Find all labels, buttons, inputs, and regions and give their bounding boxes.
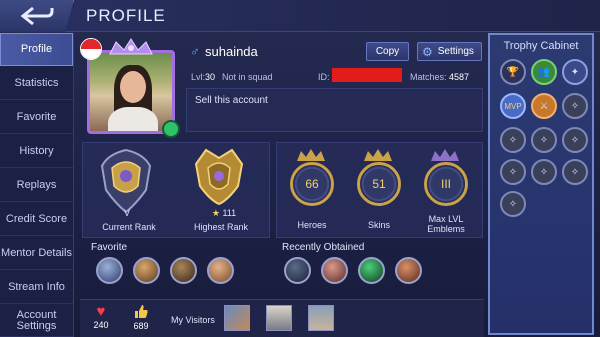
sidebar-item-statistics[interactable]: Statistics bbox=[0, 67, 73, 100]
favorite-hero-1[interactable] bbox=[96, 257, 123, 284]
emblem-crown-icon bbox=[431, 149, 459, 161]
current-rank-emblem-icon[interactable] bbox=[98, 146, 154, 216]
heroes-crown-icon bbox=[297, 149, 325, 161]
back-arrow-icon bbox=[20, 6, 53, 26]
sidebar-nav: Profile Statistics Favorite History Repl… bbox=[0, 33, 74, 337]
heroes-count[interactable]: 66 bbox=[290, 162, 334, 206]
avatar bbox=[87, 50, 175, 134]
current-rank-label: Current Rank bbox=[102, 222, 156, 232]
gray-medal-icon-5[interactable]: ✧ bbox=[500, 159, 526, 185]
username: suhainda bbox=[205, 44, 258, 59]
favorite-hero-4[interactable] bbox=[207, 257, 234, 284]
gray-medal-icon-3[interactable]: ✧ bbox=[531, 127, 557, 153]
team-medal-icon[interactable]: 👥 bbox=[531, 59, 557, 85]
favorite-label: Favorite bbox=[91, 242, 128, 253]
current-rank-tier: V bbox=[123, 208, 130, 218]
id-label: ID: bbox=[318, 72, 330, 82]
sword-medal-icon[interactable]: ⚔ bbox=[531, 93, 557, 119]
recent-hero-3[interactable] bbox=[358, 257, 385, 284]
avatar-face bbox=[120, 71, 146, 103]
frame-badge-icon bbox=[162, 120, 180, 138]
visitor-avatar-2[interactable] bbox=[266, 305, 292, 331]
gear-icon: ⚙ bbox=[422, 44, 433, 59]
recent-hero-1[interactable] bbox=[284, 257, 311, 284]
sidebar-item-favorite[interactable]: Favorite bbox=[0, 101, 73, 134]
sidebar-item-profile[interactable]: Profile bbox=[0, 33, 73, 66]
max-lvl-emblems-label: Max LVL Emblems bbox=[427, 214, 465, 234]
skins-count[interactable]: 51 bbox=[357, 162, 401, 206]
wing-medal-icon[interactable]: ✦ bbox=[562, 59, 588, 85]
max-lvl-emblems-count[interactable]: III bbox=[424, 162, 468, 206]
profile-screen: PROFILE Profile Statistics Favorite Hist… bbox=[0, 0, 600, 337]
gray-medal-icon-6[interactable]: ✧ bbox=[531, 159, 557, 185]
favorite-hero-3[interactable] bbox=[170, 257, 197, 284]
gray-medal-icon-8[interactable]: ✧ bbox=[500, 191, 526, 217]
favorite-hero-2[interactable] bbox=[133, 257, 160, 284]
visitor-avatar-3[interactable] bbox=[308, 305, 334, 331]
recently-obtained-label: Recently Obtained bbox=[282, 242, 365, 253]
frame-crown-icon bbox=[109, 38, 153, 55]
sidebar-item-replays[interactable]: Replays bbox=[0, 169, 73, 202]
gray-medal-icon-2[interactable]: ✧ bbox=[500, 127, 526, 153]
thumbs-up-icon bbox=[135, 305, 148, 318]
settings-button[interactable]: ⚙ Settings bbox=[417, 42, 482, 61]
skins-label: Skins bbox=[367, 220, 390, 230]
highest-rank-emblem-icon[interactable] bbox=[190, 146, 248, 206]
avatar-body bbox=[108, 107, 158, 131]
gray-medal-icon-4[interactable]: ✧ bbox=[562, 127, 588, 153]
gray-medal-icon-7[interactable]: ✧ bbox=[562, 159, 588, 185]
heart-icon: ♥ bbox=[96, 303, 106, 320]
highest-rank-stars: ★ 111 bbox=[211, 208, 237, 218]
footer-bar: ♥ 240 689 My Visitors bbox=[80, 299, 484, 337]
back-button[interactable] bbox=[0, 0, 74, 32]
page-title: PROFILE bbox=[86, 6, 166, 25]
country-flag-icon bbox=[80, 38, 102, 60]
bio-text[interactable]: Sell this account bbox=[186, 88, 483, 132]
copy-button[interactable]: Copy bbox=[366, 42, 409, 61]
level-text: Lvl:30 bbox=[191, 72, 216, 82]
mvp-medal-icon[interactable]: MVP bbox=[500, 93, 526, 119]
sidebar-item-stream-info[interactable]: Stream Info bbox=[0, 271, 73, 304]
trophy-cup-icon[interactable]: 🏆 bbox=[500, 59, 526, 85]
highest-rank-label: Highest Rank bbox=[193, 222, 249, 232]
thumbs-stat[interactable]: 689 bbox=[126, 304, 156, 331]
recent-hero-2[interactable] bbox=[321, 257, 348, 284]
avatar-frame[interactable] bbox=[80, 38, 182, 140]
id-value-redacted bbox=[332, 68, 402, 82]
skins-crown-icon bbox=[364, 149, 392, 161]
my-visitors-label: My Visitors bbox=[171, 315, 215, 325]
hearts-stat[interactable]: ♥ 240 bbox=[86, 303, 116, 331]
trophy-cabinet-title: Trophy Cabinet bbox=[503, 40, 579, 52]
sidebar-item-mentor-details[interactable]: Mentor Details bbox=[0, 237, 73, 270]
recent-hero-4[interactable] bbox=[395, 257, 422, 284]
star-icon: ★ bbox=[211, 208, 220, 218]
sidebar-item-history[interactable]: History bbox=[0, 135, 73, 168]
trophy-cabinet: Trophy Cabinet 🏆 👥 ✦ MVP ⚔ ✧ ✧ ✧ ✧ ✧ ✧ ✧… bbox=[488, 33, 594, 335]
visitor-avatar-1[interactable] bbox=[224, 305, 250, 331]
squad-status: Not in squad bbox=[222, 72, 273, 82]
header-bar: PROFILE bbox=[0, 0, 600, 32]
sidebar-item-credit-score[interactable]: Credit Score bbox=[0, 203, 73, 236]
matches-text: Matches: 4587 bbox=[410, 72, 470, 82]
gray-medal-icon-1[interactable]: ✧ bbox=[562, 93, 588, 119]
heroes-label: Heroes bbox=[297, 220, 327, 230]
gender-male-icon: ♂ bbox=[190, 44, 200, 59]
sidebar-item-account-settings[interactable]: Account Settings bbox=[0, 305, 73, 337]
